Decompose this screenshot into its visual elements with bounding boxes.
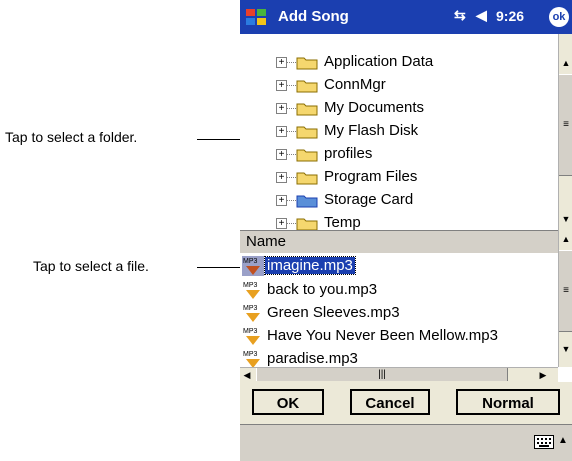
svg-text:MP3: MP3 <box>243 305 258 312</box>
expand-icon[interactable]: + <box>276 57 287 68</box>
folder-icon <box>296 218 318 230</box>
folder-callout: Tap to select a folder. <box>5 129 138 145</box>
tree-item-label: Storage Card <box>324 191 414 208</box>
expand-icon[interactable]: + <box>276 103 287 114</box>
tree-item-label: My Flash Disk <box>324 122 419 139</box>
scroll-up-icon[interactable]: ▲ <box>559 232 572 246</box>
list-item[interactable]: MP3 back to you.mp3 <box>240 279 558 301</box>
scroll-down-icon[interactable]: ▼ <box>559 212 572 226</box>
tree-item-label: ConnMgr <box>324 76 386 93</box>
mp3-file-icon: MP3 <box>243 305 260 322</box>
scroll-down-icon[interactable]: ▼ <box>559 342 572 356</box>
svg-text:MP3: MP3 <box>243 351 258 358</box>
folder-icon <box>296 80 318 93</box>
file-name: imagine.mp3 <box>264 256 356 275</box>
scroll-thumb[interactable]: ≡ <box>559 250 572 332</box>
svg-text:MP3: MP3 <box>243 258 258 265</box>
file-list-scrollbar[interactable]: ▲ ≡ ▼ <box>558 230 572 367</box>
connectivity-icon[interactable]: ⇆ <box>454 7 466 24</box>
mp3-file-icon: MP3 <box>243 282 260 299</box>
button-bar: OK Cancel Normal <box>240 382 572 424</box>
window-title: Add Song <box>278 8 349 25</box>
folder-icon <box>296 57 318 70</box>
list-item[interactable]: MP3 Have You Never Been Mellow.mp3 <box>240 325 558 347</box>
tree-scrollbar[interactable]: ▲ ≡ ▼ <box>558 34 572 230</box>
tree-item-label: My Documents <box>324 99 425 116</box>
expand-icon[interactable]: + <box>276 195 287 206</box>
folder-icon <box>296 149 318 162</box>
volume-icon[interactable]: ◀︎ <box>476 7 487 24</box>
input-menu-arrow-icon[interactable]: ▲ <box>558 435 568 446</box>
column-header-label: Name <box>246 233 287 250</box>
folder-icon <box>296 126 318 139</box>
file-name: Green Sleeves.mp3 <box>267 304 400 321</box>
file-name: Have You Never Been Mellow.mp3 <box>267 327 498 344</box>
expand-icon[interactable]: + <box>276 80 287 91</box>
ok-button[interactable]: OK <box>252 389 324 415</box>
expand-icon[interactable]: + <box>276 218 287 229</box>
folder-tree[interactable]: + Application Data + ConnMgr + My Docume… <box>240 34 558 230</box>
tree-item-label: Program Files <box>324 168 418 185</box>
folder-icon <box>296 103 318 116</box>
expand-icon[interactable]: + <box>276 149 287 160</box>
mp3-file-icon: MP3 <box>243 328 260 345</box>
scroll-thumb[interactable]: ≡ <box>559 74 572 176</box>
tree-item-label: profiles <box>324 145 373 162</box>
file-name: back to you.mp3 <box>267 281 378 298</box>
mp3-file-icon: MP3 <box>242 256 264 276</box>
file-leader-line <box>197 267 243 268</box>
folder-icon <box>296 172 318 185</box>
file-list[interactable]: MP3 imagine.mp3 MP3 back to you.mp3 MP3 … <box>240 253 558 367</box>
name-column-header[interactable]: Name <box>240 230 558 254</box>
pocket-pc-screen: Add Song ⇆ ◀︎ 9:26 ok + Application Data… <box>240 0 572 461</box>
scroll-up-icon[interactable]: ▲ <box>559 56 572 70</box>
scroll-right-icon[interactable]: ▶ <box>536 368 550 382</box>
svg-text:MP3: MP3 <box>243 282 258 289</box>
keyboard-icon[interactable] <box>534 435 554 449</box>
bottom-taskbar: ▲ <box>240 424 572 461</box>
list-item[interactable]: MP3 paradise.mp3 <box>240 348 558 367</box>
cancel-button[interactable]: Cancel <box>350 389 430 415</box>
ok-title-button[interactable]: ok <box>549 7 569 27</box>
list-item[interactable]: MP3 imagine.mp3 <box>240 255 558 277</box>
list-item[interactable]: MP3 Green Sleeves.mp3 <box>240 302 558 324</box>
file-callout: Tap to select a file. <box>33 258 149 274</box>
mp3-file-icon: MP3 <box>243 351 260 367</box>
expand-icon[interactable]: + <box>276 172 287 183</box>
clock-time[interactable]: 9:26 <box>496 8 524 24</box>
file-name: paradise.mp3 <box>267 350 358 367</box>
windows-start-icon[interactable] <box>244 6 268 28</box>
expand-icon[interactable]: + <box>276 126 287 137</box>
scroll-thumb[interactable]: ||| <box>256 368 508 381</box>
tree-item-label: Application Data <box>324 53 434 70</box>
scroll-left-icon[interactable]: ◀ <box>240 368 254 382</box>
normal-button[interactable]: Normal <box>456 389 560 415</box>
file-list-hscrollbar[interactable]: ◀ ||| ▶ <box>240 367 558 382</box>
title-bar: Add Song ⇆ ◀︎ 9:26 ok <box>240 0 572 34</box>
storage-card-icon <box>296 195 318 208</box>
tree-item-label: Temp <box>324 214 361 230</box>
svg-text:MP3: MP3 <box>243 328 258 335</box>
